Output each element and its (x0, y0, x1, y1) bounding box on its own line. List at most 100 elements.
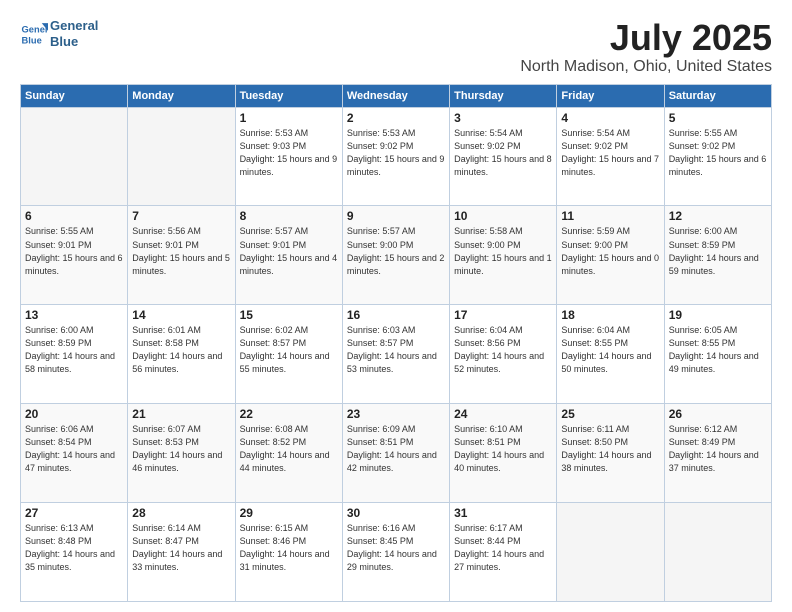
calendar-day: 14 Sunrise: 6:01 AM Sunset: 8:58 PM Dayli… (128, 305, 235, 404)
day-number: 29 (240, 506, 338, 520)
day-number: 4 (561, 111, 659, 125)
calendar-week-row: 27 Sunrise: 6:13 AM Sunset: 8:48 PM Dayli… (21, 503, 772, 602)
calendar-week-row: 1Sunrise: 5:53 AM Sunset: 9:03 PM Daylig… (21, 107, 772, 206)
day-info: Sunrise: 6:10 AM Sunset: 8:51 PM Dayligh… (454, 423, 552, 475)
day-number: 12 (669, 209, 767, 223)
day-info: Sunrise: 6:12 AM Sunset: 8:49 PM Dayligh… (669, 423, 767, 475)
calendar-week-row: 13Sunrise: 6:00 AM Sunset: 8:59 PM Dayli… (21, 305, 772, 404)
day-number: 22 (240, 407, 338, 421)
day-number: 16 (347, 308, 445, 322)
calendar-day: 21 Sunrise: 6:07 AM Sunset: 8:53 PM Dayli… (128, 404, 235, 503)
title-block: July 2025 North Madison, Ohio, United St… (520, 18, 772, 76)
day-number: 3 (454, 111, 552, 125)
calendar-day: 30Sunrise: 6:16 AM Sunset: 8:45 PM Dayli… (342, 503, 449, 602)
day-info: Sunrise: 6:00 AM Sunset: 8:59 PM Dayligh… (669, 225, 767, 277)
day-info: Sunrise: 5:53 AM Sunset: 9:02 PM Dayligh… (347, 127, 445, 179)
calendar-day (664, 503, 771, 602)
logo-text-line2: Blue (50, 34, 98, 50)
day-number: 25 (561, 407, 659, 421)
day-info: Sunrise: 6:03 AM Sunset: 8:57 PM Dayligh… (347, 324, 445, 376)
calendar-day: 5 Sunrise: 5:55 AM Sunset: 9:02 PM Daylig… (664, 107, 771, 206)
calendar-day: 3 Sunrise: 5:54 AM Sunset: 9:02 PM Daylig… (450, 107, 557, 206)
day-number: 31 (454, 506, 552, 520)
day-number: 23 (347, 407, 445, 421)
day-info: Sunrise: 5:57 AM Sunset: 9:00 PM Dayligh… (347, 225, 445, 277)
day-number: 30 (347, 506, 445, 520)
logo-icon: General Blue (20, 20, 48, 48)
day-info: Sunrise: 5:56 AM Sunset: 9:01 PM Dayligh… (132, 225, 230, 277)
day-info: Sunrise: 5:54 AM Sunset: 9:02 PM Dayligh… (561, 127, 659, 179)
day-info: Sunrise: 5:55 AM Sunset: 9:02 PM Dayligh… (669, 127, 767, 179)
day-number: 14 (132, 308, 230, 322)
day-number: 7 (132, 209, 230, 223)
calendar-day: 24 Sunrise: 6:10 AM Sunset: 8:51 PM Dayli… (450, 404, 557, 503)
day-info: Sunrise: 5:58 AM Sunset: 9:00 PM Dayligh… (454, 225, 552, 277)
day-number: 17 (454, 308, 552, 322)
calendar-day: 10 Sunrise: 5:58 AM Sunset: 9:00 PM Dayli… (450, 206, 557, 305)
calendar-day: 9 Sunrise: 5:57 AM Sunset: 9:00 PM Daylig… (342, 206, 449, 305)
day-number: 5 (669, 111, 767, 125)
calendar-header-wednesday: Wednesday (342, 84, 449, 107)
calendar-day: 19Sunrise: 6:05 AM Sunset: 8:55 PM Dayli… (664, 305, 771, 404)
day-number: 27 (25, 506, 123, 520)
day-number: 20 (25, 407, 123, 421)
day-info: Sunrise: 6:04 AM Sunset: 8:55 PM Dayligh… (561, 324, 659, 376)
day-info: Sunrise: 6:17 AM Sunset: 8:44 PM Dayligh… (454, 522, 552, 574)
day-number: 15 (240, 308, 338, 322)
day-info: Sunrise: 6:04 AM Sunset: 8:56 PM Dayligh… (454, 324, 552, 376)
day-info: Sunrise: 5:54 AM Sunset: 9:02 PM Dayligh… (454, 127, 552, 179)
calendar-day: 7 Sunrise: 5:56 AM Sunset: 9:01 PM Daylig… (128, 206, 235, 305)
day-number: 19 (669, 308, 767, 322)
calendar-header-friday: Friday (557, 84, 664, 107)
day-number: 21 (132, 407, 230, 421)
day-info: Sunrise: 6:08 AM Sunset: 8:52 PM Dayligh… (240, 423, 338, 475)
calendar-day: 4 Sunrise: 5:54 AM Sunset: 9:02 PM Daylig… (557, 107, 664, 206)
day-info: Sunrise: 6:01 AM Sunset: 8:58 PM Dayligh… (132, 324, 230, 376)
day-info: Sunrise: 6:13 AM Sunset: 8:48 PM Dayligh… (25, 522, 123, 574)
day-info: Sunrise: 5:55 AM Sunset: 9:01 PM Dayligh… (25, 225, 123, 277)
calendar-day: 29Sunrise: 6:15 AM Sunset: 8:46 PM Dayli… (235, 503, 342, 602)
calendar-day: 27 Sunrise: 6:13 AM Sunset: 8:48 PM Dayli… (21, 503, 128, 602)
calendar-table: SundayMondayTuesdayWednesdayThursdayFrid… (20, 84, 772, 602)
calendar-day: 2Sunrise: 5:53 AM Sunset: 9:02 PM Daylig… (342, 107, 449, 206)
calendar-day: 16 Sunrise: 6:03 AM Sunset: 8:57 PM Dayli… (342, 305, 449, 404)
day-info: Sunrise: 6:11 AM Sunset: 8:50 PM Dayligh… (561, 423, 659, 475)
day-number: 10 (454, 209, 552, 223)
main-title: July 2025 (520, 18, 772, 58)
calendar-day: 28Sunrise: 6:14 AM Sunset: 8:47 PM Dayli… (128, 503, 235, 602)
calendar-day: 13Sunrise: 6:00 AM Sunset: 8:59 PM Dayli… (21, 305, 128, 404)
calendar-day: 23Sunrise: 6:09 AM Sunset: 8:51 PM Dayli… (342, 404, 449, 503)
day-info: Sunrise: 5:53 AM Sunset: 9:03 PM Dayligh… (240, 127, 338, 179)
calendar-day: 8Sunrise: 5:57 AM Sunset: 9:01 PM Daylig… (235, 206, 342, 305)
day-info: Sunrise: 6:07 AM Sunset: 8:53 PM Dayligh… (132, 423, 230, 475)
day-number: 6 (25, 209, 123, 223)
calendar-week-row: 6 Sunrise: 5:55 AM Sunset: 9:01 PM Daylig… (21, 206, 772, 305)
day-number: 18 (561, 308, 659, 322)
calendar-header-sunday: Sunday (21, 84, 128, 107)
page: General Blue General Blue July 2025 Nort… (0, 0, 792, 612)
day-info: Sunrise: 6:00 AM Sunset: 8:59 PM Dayligh… (25, 324, 123, 376)
calendar-day: 15 Sunrise: 6:02 AM Sunset: 8:57 PM Dayli… (235, 305, 342, 404)
calendar-day: 18 Sunrise: 6:04 AM Sunset: 8:55 PM Dayli… (557, 305, 664, 404)
day-info: Sunrise: 5:57 AM Sunset: 9:01 PM Dayligh… (240, 225, 338, 277)
day-number: 28 (132, 506, 230, 520)
day-number: 24 (454, 407, 552, 421)
calendar-header-tuesday: Tuesday (235, 84, 342, 107)
calendar-day: 22 Sunrise: 6:08 AM Sunset: 8:52 PM Dayli… (235, 404, 342, 503)
calendar-header-monday: Monday (128, 84, 235, 107)
calendar-day: 31 Sunrise: 6:17 AM Sunset: 8:44 PM Dayli… (450, 503, 557, 602)
svg-text:General: General (22, 24, 48, 34)
calendar-header-thursday: Thursday (450, 84, 557, 107)
logo: General Blue General Blue (20, 18, 98, 49)
calendar-day: 26Sunrise: 6:12 AM Sunset: 8:49 PM Dayli… (664, 404, 771, 503)
calendar-day: 1Sunrise: 5:53 AM Sunset: 9:03 PM Daylig… (235, 107, 342, 206)
day-number: 11 (561, 209, 659, 223)
day-info: Sunrise: 6:02 AM Sunset: 8:57 PM Dayligh… (240, 324, 338, 376)
calendar-day: 11 Sunrise: 5:59 AM Sunset: 9:00 PM Dayli… (557, 206, 664, 305)
day-info: Sunrise: 6:06 AM Sunset: 8:54 PM Dayligh… (25, 423, 123, 475)
day-info: Sunrise: 5:59 AM Sunset: 9:00 PM Dayligh… (561, 225, 659, 277)
day-number: 9 (347, 209, 445, 223)
calendar-day: 12 Sunrise: 6:00 AM Sunset: 8:59 PM Dayli… (664, 206, 771, 305)
calendar-week-row: 20 Sunrise: 6:06 AM Sunset: 8:54 PM Dayli… (21, 404, 772, 503)
calendar-day (128, 107, 235, 206)
